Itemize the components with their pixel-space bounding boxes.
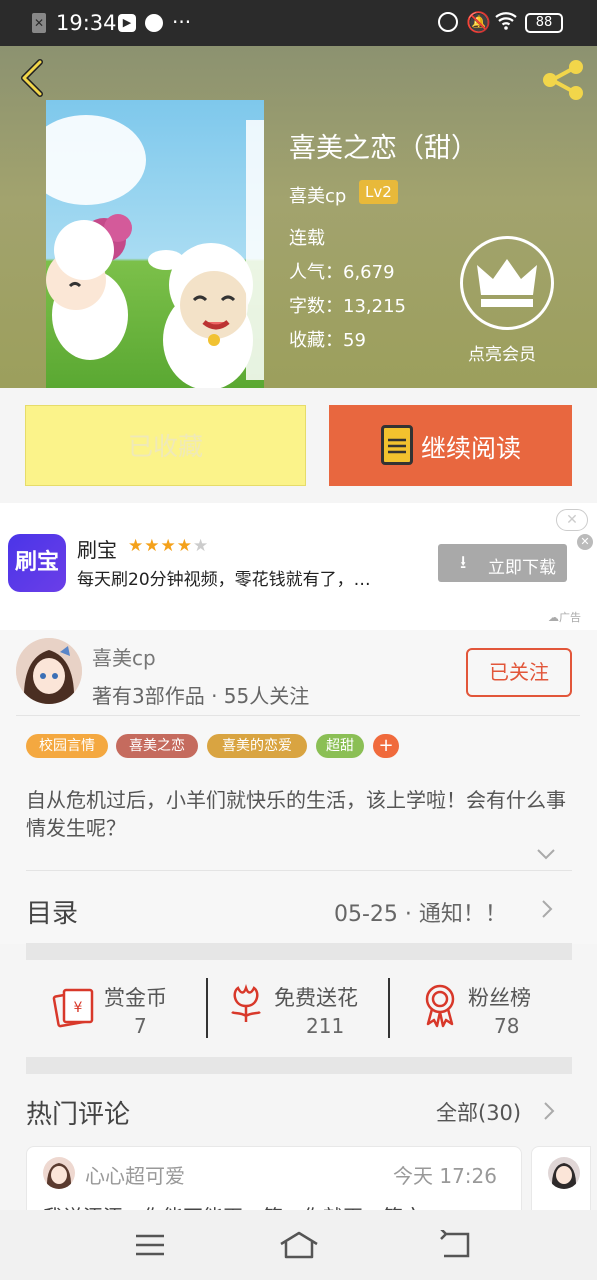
wifi-icon xyxy=(494,8,518,32)
back-icon[interactable] xyxy=(16,58,46,98)
tag-ximei-romance[interactable]: 喜美的恋爱 xyxy=(207,734,307,758)
status-bar: ✕ 19:34 ▶ ··· 🔕 88 xyxy=(0,0,597,46)
stat-coins[interactable]: ¥ 赏金币 7 xyxy=(26,960,206,1057)
stat-flowers[interactable]: 免费送花 211 xyxy=(208,960,388,1057)
share-icon[interactable] xyxy=(540,58,586,102)
stat-coins-label: 赏金币 xyxy=(104,986,167,1010)
stat-flowers-value: 211 xyxy=(306,1014,345,1038)
ad-close-icon[interactable]: ✕ xyxy=(577,534,593,550)
ad-description: 每天刷20分钟视频，零花钱就有了，… xyxy=(77,570,371,590)
svg-text:¥: ¥ xyxy=(74,1000,83,1016)
ad-banner[interactable]: 刷宝 刷宝 ★★★★★ 每天刷20分钟视频，零花钱就有了，… ⭳ 立即下载 ✕ … xyxy=(0,503,597,630)
toc-row[interactable]: 目录 05-25 · 通知！！ xyxy=(0,871,597,943)
action-buttons: 已收藏 继续阅读 xyxy=(0,388,597,503)
book-word-count: 字数：13,215 xyxy=(289,296,406,317)
star-icon: ★★★★ xyxy=(128,536,193,556)
vip-button[interactable]: 点亮会员 xyxy=(460,236,554,366)
comment-avatar[interactable] xyxy=(548,1157,580,1189)
book-header: 喜美之恋（甜） 喜美cp Lv2 连载 人气：6,679 字数：13,215 收… xyxy=(0,46,597,388)
stat-fans[interactable]: 粉丝榜 78 xyxy=(390,960,572,1057)
continue-reading-label: 继续阅读 xyxy=(421,434,522,463)
tag-sweet[interactable]: 超甜 xyxy=(316,734,364,758)
app-icon[interactable]: 刷宝 xyxy=(8,534,66,592)
star-empty-icon: ★ xyxy=(192,536,210,556)
author-card-name[interactable]: 喜美cp xyxy=(92,642,156,671)
download-label: 立即下载 xyxy=(488,558,556,578)
ad-label: ☁广告 xyxy=(548,611,581,624)
section-divider xyxy=(26,943,572,960)
comment-avatar[interactable] xyxy=(43,1157,75,1189)
book-status: 连载 xyxy=(289,228,325,249)
chevron-right-icon xyxy=(542,1101,556,1121)
author-name[interactable]: 喜美cp xyxy=(289,182,346,208)
system-nav-bar xyxy=(0,1210,597,1280)
author-card: 喜美cp 著有3部作品 · 55人关注 已关注 xyxy=(0,630,597,718)
vip-label: 点亮会员 xyxy=(468,345,536,365)
flower-icon xyxy=(226,982,266,1026)
comment-user[interactable]: 心心超可爱 xyxy=(85,1160,185,1189)
book-popularity: 人气：6,679 xyxy=(289,262,395,283)
video-icon: ▶ xyxy=(118,14,136,32)
continue-reading-button[interactable]: 继续阅读 xyxy=(329,405,572,486)
avatar[interactable] xyxy=(16,638,82,704)
stat-fans-label: 粉丝榜 xyxy=(468,986,531,1010)
tag-ximei-love[interactable]: 喜美之恋 xyxy=(116,734,198,758)
level-badge: Lv2 xyxy=(359,180,398,204)
chevron-right-icon xyxy=(540,899,554,919)
comments-all-link[interactable]: 全部(30) xyxy=(436,1097,562,1127)
section-divider xyxy=(26,1057,572,1074)
book-cover[interactable] xyxy=(46,100,264,388)
compass-icon xyxy=(145,14,163,32)
book-favorites: 收藏：59 xyxy=(289,330,366,351)
medal-icon xyxy=(420,982,460,1028)
download-icon: ⭳ xyxy=(460,552,467,573)
comments-all-label: 全部(30) xyxy=(436,1101,522,1125)
stat-fans-value: 78 xyxy=(494,1014,520,1038)
book-title: 喜美之恋（甜） xyxy=(289,133,478,164)
book-icon xyxy=(381,425,413,465)
mute-icon: 🔕 xyxy=(466,10,491,34)
app-rating: ★★★★★ xyxy=(128,536,209,556)
menu-icon[interactable] xyxy=(134,1232,166,1258)
app-name: 刷宝 xyxy=(77,538,117,562)
toc-label: 目录 xyxy=(26,899,79,929)
battery-icon: 88 xyxy=(525,13,563,33)
collected-button[interactable]: 已收藏 xyxy=(25,405,306,486)
author-card-stats: 著有3部作品 · 55人关注 xyxy=(92,684,310,708)
back-nav-icon[interactable] xyxy=(438,1228,472,1260)
more-dots: ··· xyxy=(172,10,192,34)
divider xyxy=(16,715,580,716)
synopsis: 自从危机过后，小羊们就快乐的生活，该上学啦！会有什么事情发生呢？ xyxy=(26,788,566,840)
sim-icon: ✕ xyxy=(32,13,46,33)
crown-icon xyxy=(460,236,554,330)
envelope-icon: ¥ xyxy=(52,984,96,1028)
ad-close-outline-icon[interactable]: ✕ xyxy=(556,509,588,531)
comments-title: 热门评论 xyxy=(26,1100,131,1130)
stat-coins-value: 7 xyxy=(134,1014,147,1038)
tag-campus[interactable]: 校园言情 xyxy=(26,734,108,758)
alarm-icon xyxy=(438,12,458,32)
comment-time: 今天 17:26 xyxy=(393,1164,497,1188)
toc-latest: 05-25 · 通知！！ xyxy=(334,902,507,927)
download-button[interactable]: ⭳ 立即下载 xyxy=(438,544,567,582)
chevron-down-icon[interactable] xyxy=(536,846,556,860)
home-icon[interactable] xyxy=(278,1230,320,1260)
follow-button[interactable]: 已关注 xyxy=(466,648,572,697)
ad-label-text: 广告 xyxy=(559,611,581,624)
stat-flowers-label: 免费送花 xyxy=(274,986,358,1010)
status-time: 19:34 xyxy=(56,11,117,35)
tag-add-button[interactable]: + xyxy=(373,734,399,758)
